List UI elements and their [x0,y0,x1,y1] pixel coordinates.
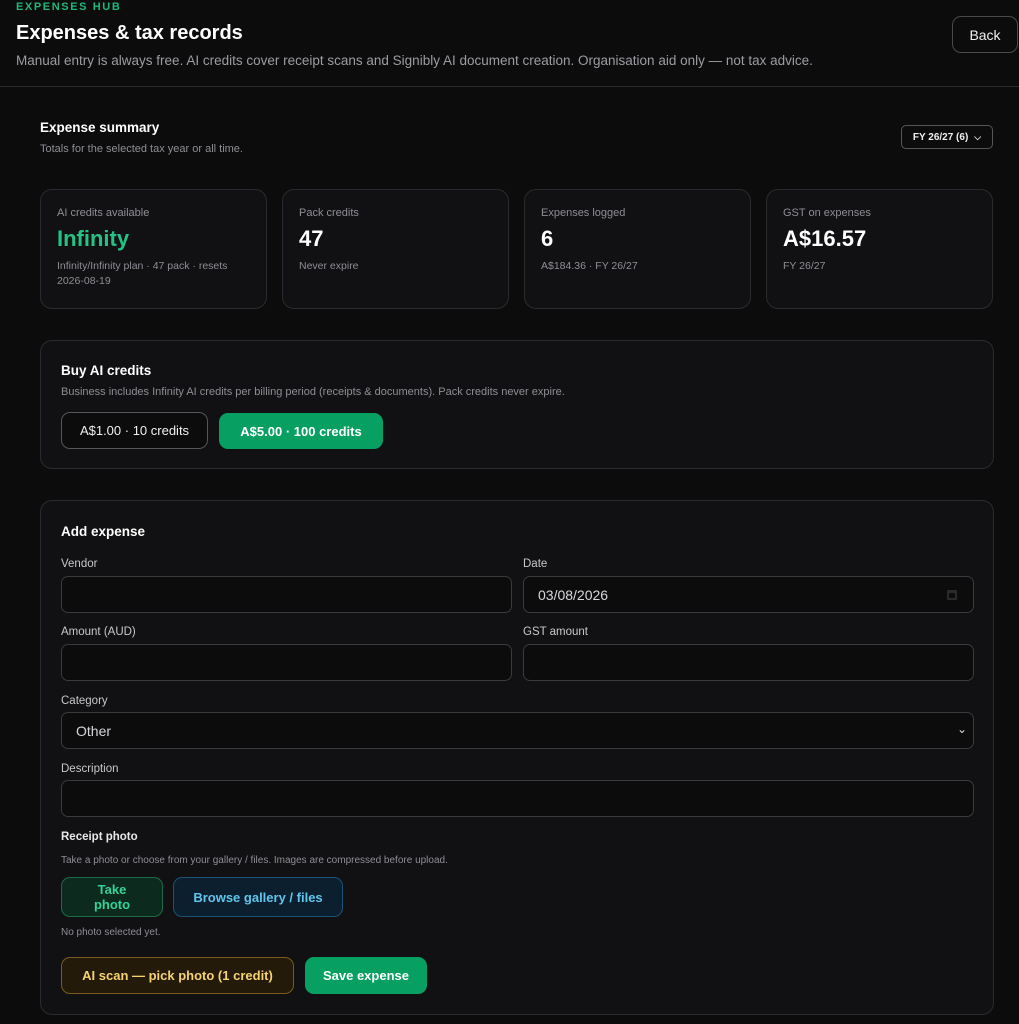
back-button[interactable]: Back [952,16,1018,53]
stat-card-ai-credits: AI credits available Infinity Infinity/I… [40,189,267,309]
vendor-input[interactable] [61,576,512,613]
stat-label: AI credits available [57,207,150,219]
buy-10-credits-button[interactable]: A$1.00 · 10 credits [61,412,208,449]
tax-year-value: FY 26/27 (6) [912,131,969,143]
stat-label: GST on expenses [783,207,871,219]
add-expense-title: Add expense [61,524,146,539]
date-value: 03/08/2026 [538,587,609,603]
buy-100-credits-button[interactable]: A$5.00 · 100 credits [219,413,383,449]
stat-note: A$184.36 · FY 26/27 [541,260,638,272]
receipt-photo-label: Receipt photo [61,831,138,843]
section-eyebrow: EXPENSES HUB [16,1,122,13]
receipt-photo-note: Take a photo or choose from your gallery… [61,855,448,866]
vendor-label: Vendor [61,558,98,570]
browse-gallery-button[interactable]: Browse gallery / files [173,877,343,917]
buy-credits-title: Buy AI credits [61,363,152,378]
stat-value: A$16.57 [783,226,867,251]
buy-credits-subtitle: Business includes Infinity AI credits pe… [61,386,565,398]
category-select[interactable]: Other ⌄ [61,712,974,749]
date-input[interactable]: 03/08/2026 [523,576,974,613]
stat-card-expenses-logged: Expenses logged 6 A$184.36 · FY 26/27 [524,189,751,309]
page-subtitle: Manual entry is always free. AI credits … [16,53,813,68]
buy-credits-panel: Buy AI credits Business includes Infinit… [40,340,994,469]
add-expense-panel: Add expense Vendor Date 03/08/2026 Amoun… [40,500,994,1015]
calendar-icon[interactable] [947,590,957,600]
amount-input[interactable] [61,644,512,681]
page-title: Expenses & tax records [16,22,243,44]
stat-label: Expenses logged [541,207,626,219]
date-label: Date [523,558,548,570]
stat-note: FY 26/27 [783,260,826,272]
description-label: Description [61,763,119,775]
stat-note: Never expire [299,260,359,272]
summary-title: Expense summary [40,120,160,135]
stat-value: Infinity [57,226,130,251]
category-label: Category [61,695,108,707]
category-value: Other [76,723,112,739]
stat-card-pack-credits: Pack credits 47 Never expire [282,189,509,309]
summary-subtitle: Totals for the selected tax year or all … [40,143,243,155]
gst-input[interactable] [523,644,974,681]
description-input[interactable] [61,780,974,817]
chevron-down-icon: ⌄ [956,722,967,736]
ai-scan-button[interactable]: AI scan — pick photo (1 credit) [61,957,294,994]
stat-value: 6 [541,226,554,251]
stat-card-gst: GST on expenses A$16.57 FY 26/27 [766,189,993,309]
stat-note: Infinity/Infinity plan · 47 pack · reset… [57,260,228,287]
page-header: EXPENSES HUB Expenses & tax records Manu… [0,0,1019,87]
stat-value: 47 [299,226,324,251]
tax-year-select[interactable]: FY 26/27 (6) ⌵ [901,125,993,149]
no-photo-status: No photo selected yet. [61,927,161,938]
chevron-down-icon: ⌵ [974,131,982,142]
gst-label: GST amount [523,626,588,638]
amount-label: Amount (AUD) [61,626,136,638]
save-expense-button[interactable]: Save expense [305,957,427,994]
stat-label: Pack credits [299,207,359,219]
take-photo-button[interactable]: Take photo [61,877,163,917]
